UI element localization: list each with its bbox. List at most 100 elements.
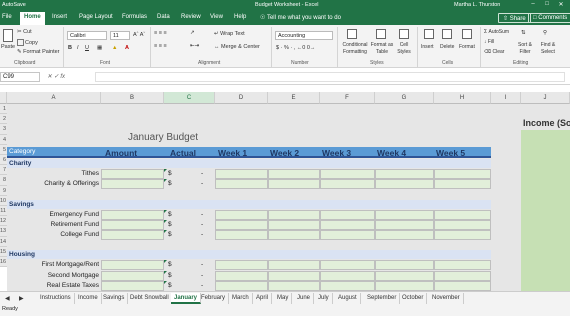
week-cell[interactable] [434,260,491,271]
cell-styles-button[interactable]: Cell Styles [394,42,414,56]
tab-help[interactable]: Help [234,14,246,20]
copy-button[interactable]: Copy [17,39,38,46]
borders-icon[interactable]: ▦ [97,45,102,51]
autosum-button[interactable]: Σ AutoSum [484,29,509,35]
row-header[interactable]: 6 [0,155,7,166]
sheet-scroll-right-icon[interactable]: ▶ [16,293,27,304]
row-header[interactable]: 3 [0,124,7,135]
sheet-tab-november[interactable]: November [429,293,464,304]
paste-button[interactable]: Paste [1,44,15,50]
minimize-icon[interactable]: – [528,1,538,7]
format-cells-icon[interactable] [462,29,472,39]
col-header-a[interactable]: A [7,92,101,104]
conditional-formatting-button[interactable]: Conditional Formatting [340,42,370,56]
week-cell[interactable] [320,280,375,291]
tab-review[interactable]: Review [181,14,201,20]
cut-button[interactable]: ✂ Cut [17,29,32,35]
week-cell[interactable] [268,209,320,220]
sheet-tab-august[interactable]: August [335,293,361,304]
col-header-h[interactable]: H [434,92,491,104]
sheet-tab-october[interactable]: October [399,293,428,304]
autosave-toggle[interactable]: AutoSave [2,2,26,8]
cell-styles-icon[interactable] [399,29,409,39]
week-cell[interactable] [375,179,434,190]
sheet-tab-may[interactable]: May [274,293,293,304]
select-all-corner[interactable] [0,92,7,104]
week-cell[interactable] [434,179,491,190]
format-cells-button[interactable]: Format [459,44,475,50]
row-header[interactable]: 8 [0,175,7,186]
sheet-tab-march[interactable]: March [229,293,253,304]
sheet-tab-debt-snowball[interactable]: Debt Snowball [127,293,173,304]
user-name[interactable]: Martha L. Thurston [454,2,500,8]
week-cell[interactable] [268,169,320,179]
amount-cell[interactable] [101,230,164,240]
sheet-tab-january[interactable]: January [171,293,202,304]
row-header[interactable]: 9 [0,185,7,196]
col-header-e[interactable]: E [268,92,320,104]
week-cell[interactable] [375,219,434,230]
week-cell[interactable] [268,219,320,230]
sheet-tab-april[interactable]: April [253,293,273,304]
row-header[interactable]: 4 [0,134,7,145]
amount-cell[interactable] [101,260,164,271]
find-select-icon[interactable]: ⚲ [543,30,547,36]
currency-icon[interactable]: $ · % · , ←0 0→ [276,45,315,51]
week-cell[interactable] [320,179,375,190]
week-cell[interactable] [320,169,375,179]
sheet-tab-savings[interactable]: Savings [100,293,129,304]
orientation-icon[interactable]: ↗ [190,30,195,36]
week-cell[interactable] [375,270,434,281]
week-cell[interactable] [268,280,320,291]
align-top-icon[interactable]: ≡ ≡ ≡ [154,30,167,36]
row-header[interactable]: 12 [0,216,7,227]
formula-input[interactable] [95,72,565,82]
insert-cells-icon[interactable] [424,29,434,39]
font-size-grow-icon[interactable]: Aˆ Aˇ [133,32,145,38]
week-cell[interactable] [215,270,268,281]
row-header[interactable]: 1 [0,104,7,115]
format-painter-button[interactable]: ✎ Format Painter [17,49,60,55]
wrap-text-button[interactable]: ↵ Wrap Text [214,31,245,37]
sheet-tab-february[interactable]: February [198,293,230,304]
col-header-g[interactable]: G [375,92,434,104]
col-header-j[interactable]: J [521,92,570,104]
week-cell[interactable] [375,260,434,271]
sheet-tab-june[interactable]: June [294,293,315,304]
amount-cell[interactable] [101,280,164,291]
comments-button[interactable]: □ Comments [528,13,570,23]
sheet-scroll-left-icon[interactable]: ◀ [2,293,13,304]
week-cell[interactable] [434,230,491,240]
row-header[interactable]: 10 [0,195,7,206]
row-header[interactable]: 14 [0,236,7,247]
week-cell[interactable] [375,280,434,291]
row-header[interactable]: 13 [0,226,7,237]
row-header[interactable]: 7 [0,165,7,176]
week-cell[interactable] [320,270,375,281]
merge-center-button[interactable]: ↔ Merge & Center [214,44,260,50]
delete-cells-button[interactable]: Delete [440,44,454,50]
table-icon[interactable] [376,29,386,39]
week-cell[interactable] [434,270,491,281]
font-name-select[interactable]: Calibri [67,31,107,40]
fx-icon[interactable]: ✕ ✓ fx [47,73,65,80]
week-cell[interactable] [215,209,268,220]
week-cell[interactable] [268,179,320,190]
tab-page-layout[interactable]: Page Layout [79,14,113,20]
sheet-tab-september[interactable]: September [364,293,401,304]
week-cell[interactable] [268,260,320,271]
amount-cell[interactable] [101,209,164,220]
tab-view[interactable]: View [210,14,223,20]
tell-me-search[interactable]: ☉ Tell me what you want to do [260,14,341,21]
tab-insert[interactable]: Insert [52,14,67,20]
week-cell[interactable] [215,230,268,240]
week-cell[interactable] [215,260,268,271]
week-cell[interactable] [320,219,375,230]
tab-home[interactable]: Home [20,12,45,25]
tab-file[interactable]: File [2,14,12,20]
clear-button[interactable]: ⌫ Clear [484,49,504,55]
week-cell[interactable] [215,169,268,179]
col-header-d[interactable]: D [215,92,268,104]
col-header-b[interactable]: B [101,92,164,104]
tab-formulas[interactable]: Formulas [122,14,147,20]
